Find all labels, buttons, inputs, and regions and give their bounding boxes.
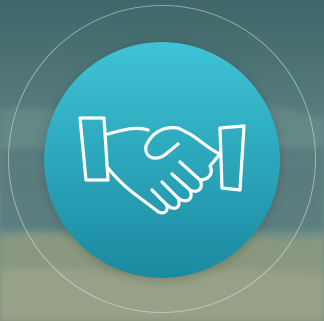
icon-badge <box>44 42 280 278</box>
scene <box>0 0 324 321</box>
handshake-icon <box>44 42 280 278</box>
